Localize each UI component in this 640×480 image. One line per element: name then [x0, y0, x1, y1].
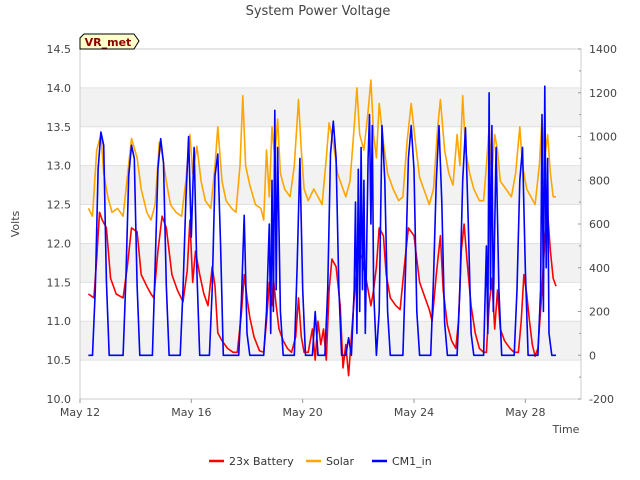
y-right-tick-label: 1000 — [589, 131, 617, 144]
legend-item: 23x Battery — [209, 455, 294, 468]
y-right-tick-label: 800 — [589, 174, 610, 187]
y-right-tick-label: 1400 — [589, 43, 617, 56]
left-axis-ticks: 10.0 10.5 11.0 11.5 12.0 12.5 13.0 13.5 14.0 14.5 — [47, 43, 72, 406]
right-axis-ticks: -200 0 200 400 600 800 1000 1200 1400 — [578, 43, 617, 406]
x-tick-label: May 28 — [505, 406, 545, 419]
y-right-tick-label: -200 — [589, 393, 614, 406]
y-right-tick-label: 400 — [589, 262, 610, 275]
y-left-tick-label: 10.0 — [47, 393, 72, 406]
site-badge-label: VR_met — [85, 36, 132, 49]
y-left-tick-label: 13.5 — [47, 121, 72, 134]
y-axis-label: Volts — [9, 210, 22, 237]
legend-item: Solar — [306, 455, 355, 468]
y-left-tick-label: 12.5 — [47, 199, 72, 212]
band — [80, 87, 581, 127]
legend-label: CM1_in — [392, 455, 432, 468]
x-tick-label: May 16 — [171, 406, 211, 419]
x-axis-ticks: May 12 May 16 May 20 May 24 May 28 — [60, 399, 545, 419]
y-left-tick-label: 14.0 — [47, 82, 72, 95]
x-tick-label: May 20 — [283, 406, 323, 419]
x-tick-label: May 24 — [394, 406, 434, 419]
legend: 23x Battery Solar CM1_in — [209, 455, 432, 468]
x-tick-label: May 12 — [60, 406, 100, 419]
band — [80, 321, 581, 361]
site-badge: VR_met — [79, 33, 140, 50]
chart-title: System Power Voltage — [246, 4, 391, 19]
y-right-tick-label: 600 — [589, 218, 610, 231]
y-left-tick-label: 14.5 — [47, 43, 72, 56]
legend-item: CM1_in — [372, 455, 432, 468]
y-left-tick-label: 13.0 — [47, 160, 72, 173]
y-right-tick-label: 200 — [589, 306, 610, 319]
x-axis-label: Time — [552, 423, 580, 436]
legend-label: 23x Battery — [229, 455, 294, 468]
y-left-tick-label: 10.5 — [47, 354, 72, 367]
y-right-tick-label: 0 — [589, 349, 596, 362]
legend-label: Solar — [326, 455, 355, 468]
y-right-tick-label: 1200 — [589, 87, 617, 100]
chart-canvas: 10.0 10.5 11.0 11.5 12.0 12.5 13.0 13.5 14.0 14.5… — [9, 4, 617, 468]
y-left-tick-label: 11.5 — [47, 276, 72, 289]
y-left-tick-label: 11.0 — [47, 315, 72, 328]
y-left-tick-label: 12.0 — [47, 237, 72, 250]
